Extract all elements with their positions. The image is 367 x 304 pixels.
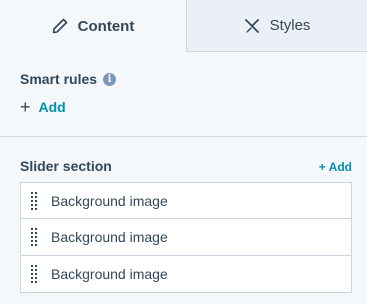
slider-item[interactable]: Background image [20,219,352,256]
add-smart-rule-button[interactable]: + Add [20,98,66,116]
smart-rules-title: Smart rules [20,71,98,87]
slider-item-label: Background image [51,266,168,282]
add-slide-button[interactable]: + Add [319,160,352,174]
slider-item-label: Background image [51,229,168,245]
paintbrush-icon [244,18,259,33]
smart-rules-heading: Smart rules i [20,71,117,87]
tab-styles-label: Styles [269,17,311,34]
tab-content[interactable]: Content [0,0,187,52]
slider-item-list: Background image Background image Backgr… [20,182,352,293]
drag-handle-icon[interactable] [31,264,37,284]
slider-section-title: Slider section [20,158,112,174]
drag-handle-icon[interactable] [31,191,37,211]
drag-handle-icon[interactable] [31,227,37,247]
pencil-icon [52,18,67,34]
info-icon[interactable]: i [103,72,117,86]
section-divider [0,136,367,137]
tab-content-label: Content [77,17,135,35]
add-smart-rule-label: Add [38,99,66,115]
plus-icon: + [20,97,31,117]
tab-bar: Content Styles [0,0,367,52]
slider-item[interactable]: Background image [20,182,352,219]
slider-item[interactable]: Background image [20,256,352,293]
slider-item-label: Background image [51,192,168,209]
tab-styles[interactable]: Styles [187,0,367,52]
